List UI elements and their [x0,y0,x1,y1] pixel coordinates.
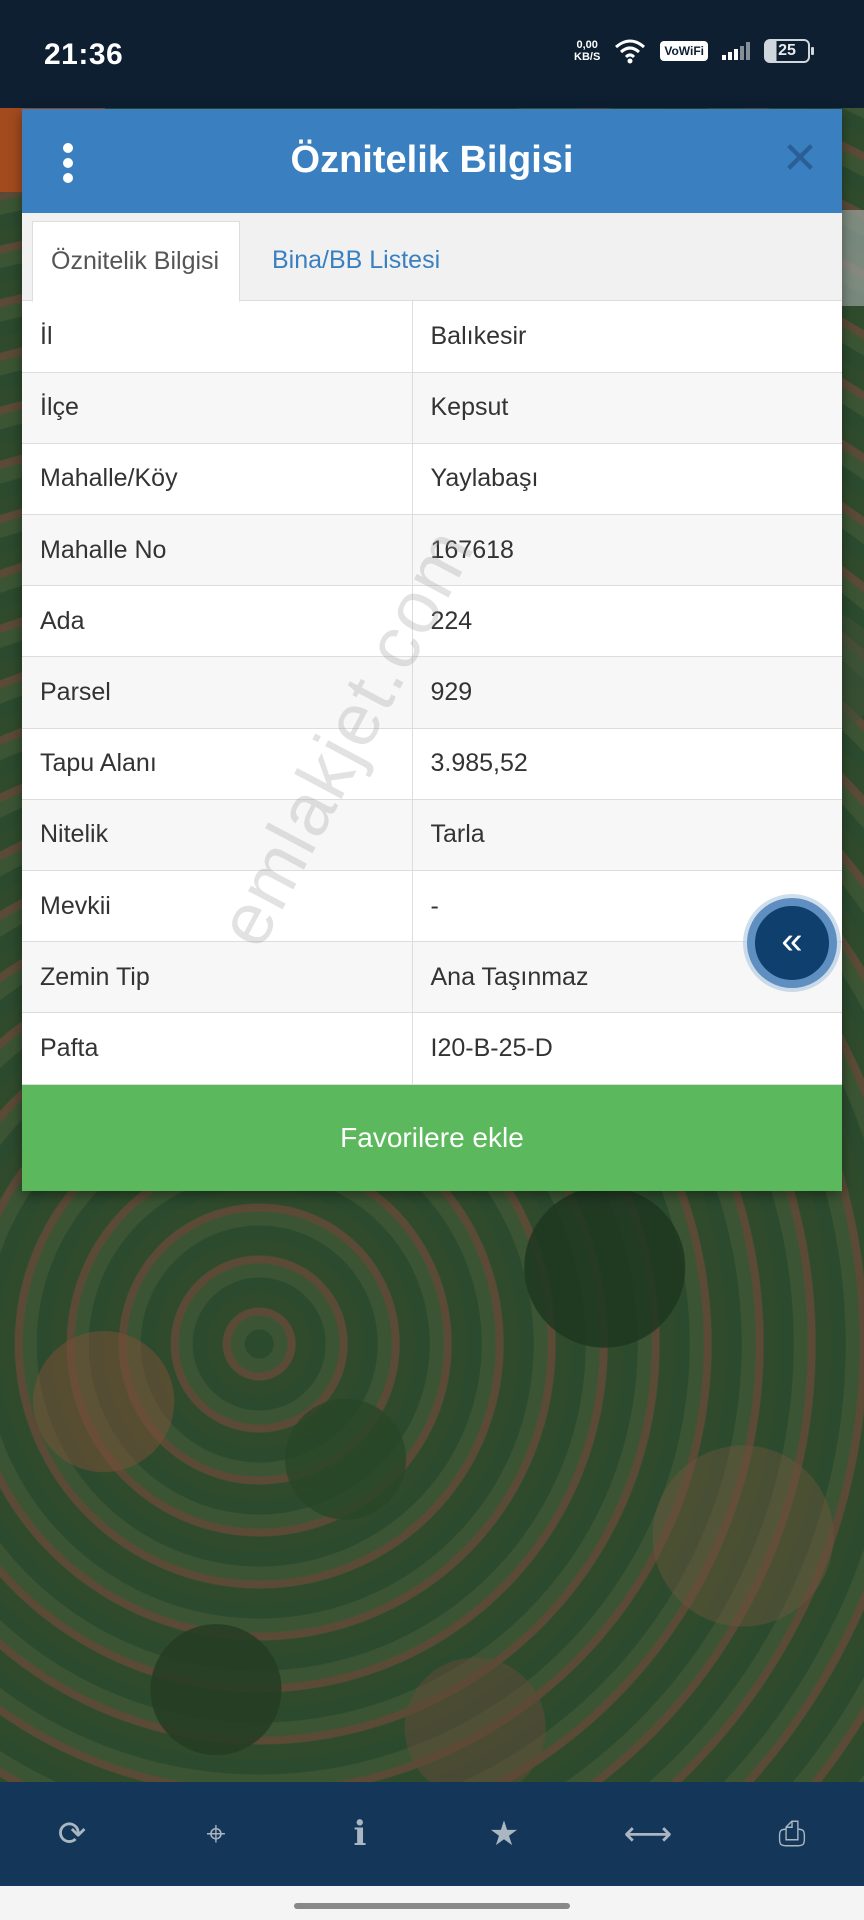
attribute-key: Mahalle/Köy [22,443,413,516]
attribute-info-dialog: Öznitelik Bilgisi ✕ Öznitelik Bilgisi Bi… [22,109,842,1191]
network-speed-value: 0,00 [576,39,598,51]
refresh-icon[interactable]: ⟳ [42,1804,102,1864]
table-row: Nitelik Tarla [22,799,842,872]
attribute-key: İlçe [22,372,413,444]
table-row: Parsel 929 [22,656,842,729]
table-row: Mahalle/Köy Yaylabaşı [22,443,842,516]
attribute-key: Nitelik [22,799,413,872]
attribute-value: 167618 [412,514,842,587]
battery-icon: 25 [764,39,814,63]
status-icons: 0,00 KB/S VoWiFi 25 [574,38,814,64]
network-speed-unit: KB/S [574,51,601,63]
attribute-value: Kepsut [412,372,842,444]
tab-building-list[interactable]: Bina/BB Listesi [254,221,458,302]
attribute-key: İl [22,301,413,373]
star-icon[interactable]: ★ [474,1804,534,1864]
attribute-value: 3.985,52 [412,728,842,800]
attribute-key: Zemin Tip [22,941,413,1014]
attribute-value: 224 [412,585,842,658]
table-row: Ada 224 [22,585,842,658]
table-row: Zemin Tip Ana Taşınmaz [22,941,842,1014]
attribute-key: Mevkii [22,870,413,943]
wifi-icon [615,39,646,64]
table-row: Tapu Alanı 3.985,52 [22,728,842,800]
table-row: Pafta I20-B-25-D [22,1012,842,1085]
dialog-header: Öznitelik Bilgisi ✕ [22,109,842,213]
attribute-value: Balıkesir [412,301,842,373]
attribute-value: I20-B-25-D [412,1012,842,1085]
attribute-value: Tarla [412,799,842,872]
measure-icon[interactable]: ⟷ [618,1804,678,1864]
bottom-toolbar: ⟳ ⌖ ℹ ★ ⟷ ⎙ [0,1782,864,1886]
attribute-key: Parsel [22,656,413,729]
vowifi-badge: VoWiFi [660,41,708,61]
status-bar: 21:36 0,00 KB/S VoWiFi 25 [0,0,864,108]
attribute-key: Tapu Alanı [22,728,413,800]
tab-attribute-info[interactable]: Öznitelik Bilgisi [32,221,240,302]
print-icon[interactable]: ⎙ [762,1804,822,1864]
dialog-tabs: Öznitelik Bilgisi Bina/BB Listesi [22,213,842,302]
status-time: 21:36 [44,38,124,71]
home-indicator[interactable] [294,1903,570,1909]
dialog-title: Öznitelik Bilgisi [290,139,574,181]
attribute-value: 929 [412,656,842,729]
collapse-panel-button[interactable]: « [747,898,837,988]
attribute-value: Yaylabaşı [412,443,842,516]
table-row: İl Balıkesir [22,301,842,373]
locate-icon[interactable]: ⌖ [186,1804,246,1864]
battery-level: 25 [778,42,796,59]
close-icon[interactable]: ✕ [780,137,820,181]
table-row: Mevkii - [22,870,842,943]
info-icon[interactable]: ℹ [330,1804,390,1864]
attribute-key: Mahalle No [22,514,413,587]
attribute-table: İl Balıkesir İlçe Kepsut Mahalle/Köy Yaylab… [22,301,842,1085]
map-side-handle [842,210,864,306]
network-speed: 0,00 KB/S [574,39,600,63]
table-row: Mahalle No 167618 [22,514,842,587]
table-row: İlçe Kepsut [22,372,842,444]
signal-icon [722,42,750,60]
attribute-key: Ada [22,585,413,658]
attribute-key: Pafta [22,1012,413,1085]
add-to-favorites-button[interactable]: Favorilere ekle [22,1085,842,1191]
